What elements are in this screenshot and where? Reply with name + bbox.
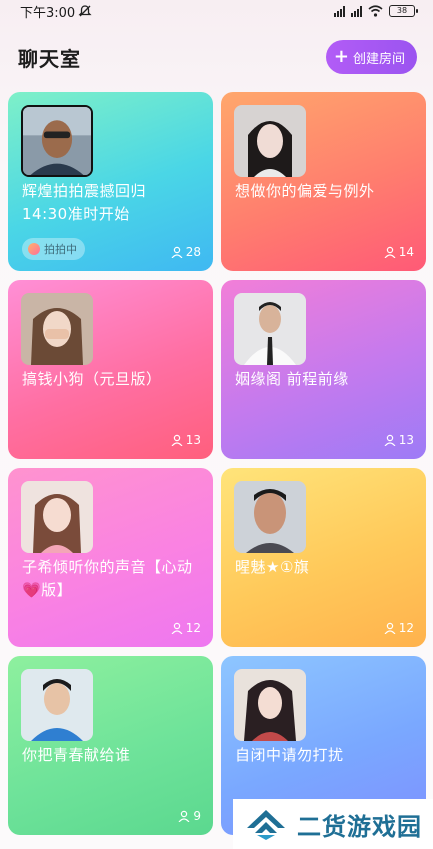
host-photo-icon [21, 669, 93, 741]
member-count-value: 9 [193, 809, 201, 823]
live-badge: 拍拍中 [22, 238, 85, 260]
member-count-value: 28 [185, 245, 201, 259]
room-avatar [21, 105, 93, 177]
member-count: 28 [171, 245, 201, 259]
host-photo-icon [234, 293, 306, 365]
member-count-value: 12 [398, 621, 414, 635]
room-avatar [21, 481, 93, 553]
host-photo-icon [234, 481, 306, 553]
room-avatar [234, 293, 306, 365]
host-photo-icon [234, 669, 306, 741]
user-icon [171, 622, 183, 634]
user-icon [171, 434, 183, 446]
watermark-text: 二货游戏园 [297, 812, 422, 841]
room-grid: 辉煌拍拍震撼回归 14:30准时开始 拍拍中 28 想做你的偏爱与例外 14 搞… [0, 0, 433, 849]
room-card[interactable]: 想做你的偏爱与例外 14 [221, 92, 426, 271]
room-title: 你把青春献给谁 [22, 746, 131, 764]
member-count: 13 [171, 433, 201, 447]
user-icon [171, 246, 183, 258]
room-title: 辉煌拍拍震撼回归 14:30准时开始 [22, 182, 147, 223]
room-card[interactable]: 你把青春献给谁 9 [8, 656, 213, 835]
chat-room-screen: 下午3:00 38 聊天室 + 创建房间 辉煌拍拍震撼回归 14:30准时开始 … [0, 0, 433, 849]
watermark: 二货游戏园 [233, 799, 433, 849]
member-count-value: 12 [185, 621, 201, 635]
room-card[interactable]: 姻缘阁 前程前缘 13 [221, 280, 426, 459]
watermark-logo-icon [247, 810, 285, 840]
member-count: 14 [384, 245, 414, 259]
member-count: 13 [384, 433, 414, 447]
room-title: 暒魅★①旗 [235, 558, 310, 576]
room-title: 想做你的偏爱与例外 [235, 182, 375, 200]
user-icon [384, 246, 396, 258]
room-title: 自闭中请勿打扰 [235, 746, 344, 764]
room-avatar [234, 481, 306, 553]
auction-icon [28, 243, 40, 255]
member-count: 9 [178, 809, 201, 823]
host-photo-icon [21, 481, 93, 553]
room-card[interactable]: 子希倾听你的声音【心动💗版】 12 [8, 468, 213, 647]
room-avatar [21, 669, 93, 741]
host-photo-icon [21, 293, 93, 365]
member-count: 12 [384, 621, 414, 635]
room-card[interactable]: 辉煌拍拍震撼回归 14:30准时开始 拍拍中 28 [8, 92, 213, 271]
member-count: 12 [171, 621, 201, 635]
member-count-value: 13 [398, 433, 414, 447]
host-photo-icon [234, 105, 306, 177]
member-count-value: 14 [398, 245, 414, 259]
room-title: 子希倾听你的声音【心动💗版】 [22, 558, 193, 599]
room-card[interactable]: 暒魅★①旗 12 [221, 468, 426, 647]
room-avatar [234, 669, 306, 741]
host-photo-icon [23, 107, 91, 175]
user-icon [384, 434, 396, 446]
room-card[interactable]: 搞钱小狗（元旦版） 13 [8, 280, 213, 459]
user-icon [384, 622, 396, 634]
live-badge-label: 拍拍中 [44, 243, 77, 256]
room-title: 姻缘阁 前程前缘 [235, 370, 349, 388]
room-title: 搞钱小狗（元旦版） [22, 370, 162, 388]
user-icon [178, 810, 190, 822]
member-count-value: 13 [185, 433, 201, 447]
room-avatar [21, 293, 93, 365]
room-avatar [234, 105, 306, 177]
